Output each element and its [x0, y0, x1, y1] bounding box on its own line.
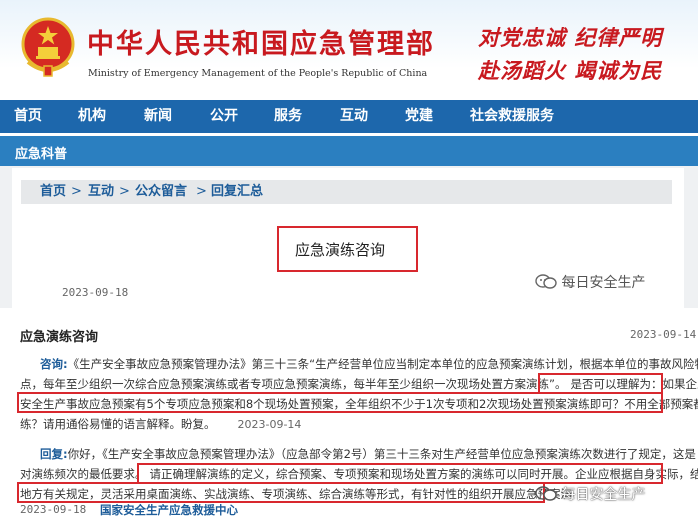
- watermark-2: 每日安全生产: [535, 484, 645, 504]
- watermark-text: 每日安全生产: [561, 487, 646, 503]
- detail-title: 应急演练咨询: [20, 330, 99, 345]
- reply-label: 回复:: [40, 447, 68, 461]
- site-subtitle: Ministry of Emergency Management of the …: [88, 68, 428, 79]
- watermark-icon: [535, 273, 557, 289]
- slogan-line-2: 赴汤蹈火 竭诚为民: [478, 58, 663, 83]
- nav-item-interaction[interactable]: 互动: [340, 100, 368, 133]
- nav-item-rescue-service[interactable]: 社会救援服务: [470, 100, 554, 133]
- nav-item-home[interactable]: 首页: [14, 100, 42, 133]
- watermark-text: 每日安全生产: [561, 275, 646, 291]
- breadcrumb-home[interactable]: 首页: [40, 180, 66, 204]
- section-title[interactable]: 应急科普: [15, 143, 67, 162]
- question-text: 《生产安全事故应急预案管理办法》第三十三条“生产经营单位应当制定本单位的应急预案…: [67, 357, 698, 371]
- question-line-1: 咨询:《生产安全事故应急预案管理办法》第三十三条“生产经营单位应当制定本单位的应…: [40, 354, 698, 374]
- breadcrumb-interaction[interactable]: 互动: [88, 180, 114, 204]
- site-title[interactable]: 中华人民共和国应急管理部: [87, 22, 435, 61]
- highlight-box: [17, 482, 545, 503]
- watermark-icon: [535, 485, 557, 501]
- nav-item-news[interactable]: 新闻: [144, 100, 172, 133]
- highlight-box: [538, 373, 663, 394]
- watermark: 每日安全生产: [535, 272, 645, 292]
- question-text: 点，每年至少组织一次综合应急预案演练或者专项应急预案演练，每半年至少组织一次现场…: [20, 377, 567, 391]
- slogan-line-1: 对党忠诚 纪律严明: [478, 25, 663, 50]
- article-date: 2023-09-18: [62, 286, 129, 299]
- breadcrumb-separator: >: [119, 184, 130, 199]
- nav-item-service[interactable]: 服务: [274, 100, 302, 133]
- breadcrumb-separator: >: [71, 184, 82, 199]
- question-date: 2023-09-14: [237, 418, 302, 431]
- question-text: 练？请用通俗易懂的语言解释。盼复。: [20, 417, 216, 431]
- breadcrumb: 首页 > 互动 > 公众留言 > 回复汇总: [21, 180, 672, 204]
- highlight-box: [17, 392, 663, 413]
- reply-line-1: 回复:你好，《生产安全事故应急预案管理办法》（应急部令第2号）第三十三条对生产经…: [40, 444, 696, 464]
- reply-date: 2023-09-18: [20, 503, 87, 516]
- reply-text: 你好，《生产安全事故应急预案管理办法》（应急部令第2号）第三十三条对生产经营单位…: [67, 447, 696, 461]
- national-emblem-icon[interactable]: [20, 16, 76, 78]
- reply-organization: 国家安全生产应急救援中心: [100, 503, 238, 517]
- breadcrumb-public-message[interactable]: 公众留言: [135, 180, 187, 204]
- detail-date: 2023-09-14: [630, 328, 697, 341]
- nav-item-open[interactable]: 公开: [210, 100, 238, 133]
- nav-item-organization[interactable]: 机构: [78, 100, 106, 133]
- question-label: 咨询:: [40, 357, 68, 371]
- nav-item-party[interactable]: 党建: [405, 100, 433, 133]
- question-line-4: 练？请用通俗易懂的语言解释。盼复。 2023-09-14: [20, 414, 301, 435]
- section-bar: [0, 136, 698, 166]
- breadcrumb-reply-summary[interactable]: 回复汇总: [211, 180, 263, 204]
- reply-text: 对演练频次的最低要求。: [20, 467, 147, 481]
- article-title: 应急演练咨询: [295, 241, 386, 259]
- highlight-box: [137, 463, 663, 484]
- breadcrumb-separator: >: [196, 184, 207, 199]
- main-nav: 首页 机构 新闻 公开 服务 互动 党建 社会救援服务: [0, 100, 698, 133]
